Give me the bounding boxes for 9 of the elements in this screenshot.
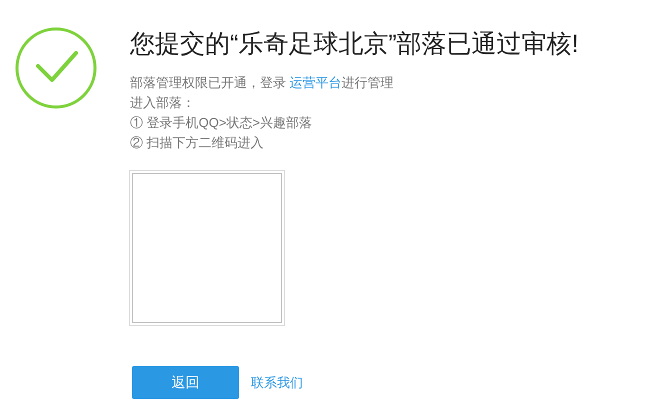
check-circle-icon xyxy=(15,27,97,109)
contact-link[interactable]: 联系我们 xyxy=(251,372,303,392)
platform-link[interactable]: 运营平台 xyxy=(290,75,342,90)
instruction-text: 进入部落： xyxy=(130,94,196,112)
back-button[interactable]: 返回 xyxy=(132,366,239,399)
instruction-text: ② 扫描下方二维码进入 xyxy=(130,134,265,152)
instruction-text: ① 登录手机QQ>状态>兴趣部落 xyxy=(130,114,314,132)
notice-text: 部落管理权限已开通，登录 运营平台进行管理 xyxy=(130,74,395,92)
page-title: 您提交的“乐奇足球北京”部落已通过审核! xyxy=(130,29,579,60)
